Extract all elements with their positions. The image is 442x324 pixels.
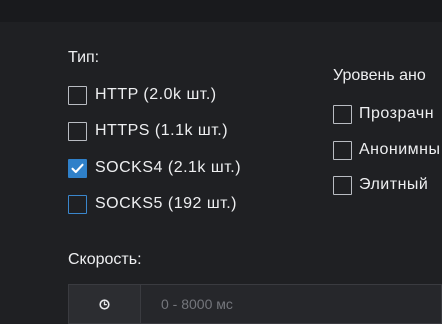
speed-input[interactable] — [141, 284, 442, 324]
anonymity-option-label: Элитный — [359, 176, 429, 193]
anonymity-option-transparent[interactable]: Прозрачн — [333, 102, 434, 126]
anonymity-title: Уровень ано — [333, 67, 426, 84]
speed-filter — [68, 284, 442, 324]
type-option-label: SOCKS4 (2.1k шт.) — [95, 159, 242, 176]
type-title: Тип: — [68, 49, 100, 66]
checkbox-transparent[interactable] — [333, 104, 352, 124]
checkbox-http[interactable] — [68, 85, 87, 105]
anonymity-option-label: Прозрачн — [359, 105, 435, 122]
type-option-label: HTTP (2.0k шт.) — [95, 86, 217, 103]
checkbox-elite[interactable] — [333, 175, 352, 195]
anonymity-option-elite[interactable]: Элитный — [333, 173, 428, 197]
anonymity-option-anonymous[interactable]: Анонимны — [333, 138, 441, 162]
type-option-socks5[interactable]: SOCKS5 (192 шт.) — [68, 192, 237, 216]
anonymity-option-label: Анонимны — [359, 141, 441, 158]
type-option-https[interactable]: HTTPS (1.1k шт.) — [68, 119, 228, 143]
checkbox-socks5[interactable] — [68, 194, 87, 214]
type-option-label: SOCKS5 (192 шт.) — [95, 195, 237, 212]
checkbox-anonymous[interactable] — [333, 140, 352, 160]
type-option-socks4[interactable]: SOCKS4 (2.1k шт.) — [68, 156, 241, 180]
speed-title: Скорость: — [68, 251, 142, 268]
type-option-http[interactable]: HTTP (2.0k шт.) — [68, 83, 217, 107]
top-strip — [0, 0, 442, 22]
checkbox-https[interactable] — [68, 121, 87, 141]
clock-icon — [99, 298, 110, 310]
type-option-label: HTTPS (1.1k шт.) — [95, 122, 229, 139]
checkmark-icon — [71, 163, 84, 173]
checkbox-socks4[interactable] — [68, 158, 87, 178]
speed-icon-addon — [68, 284, 141, 324]
